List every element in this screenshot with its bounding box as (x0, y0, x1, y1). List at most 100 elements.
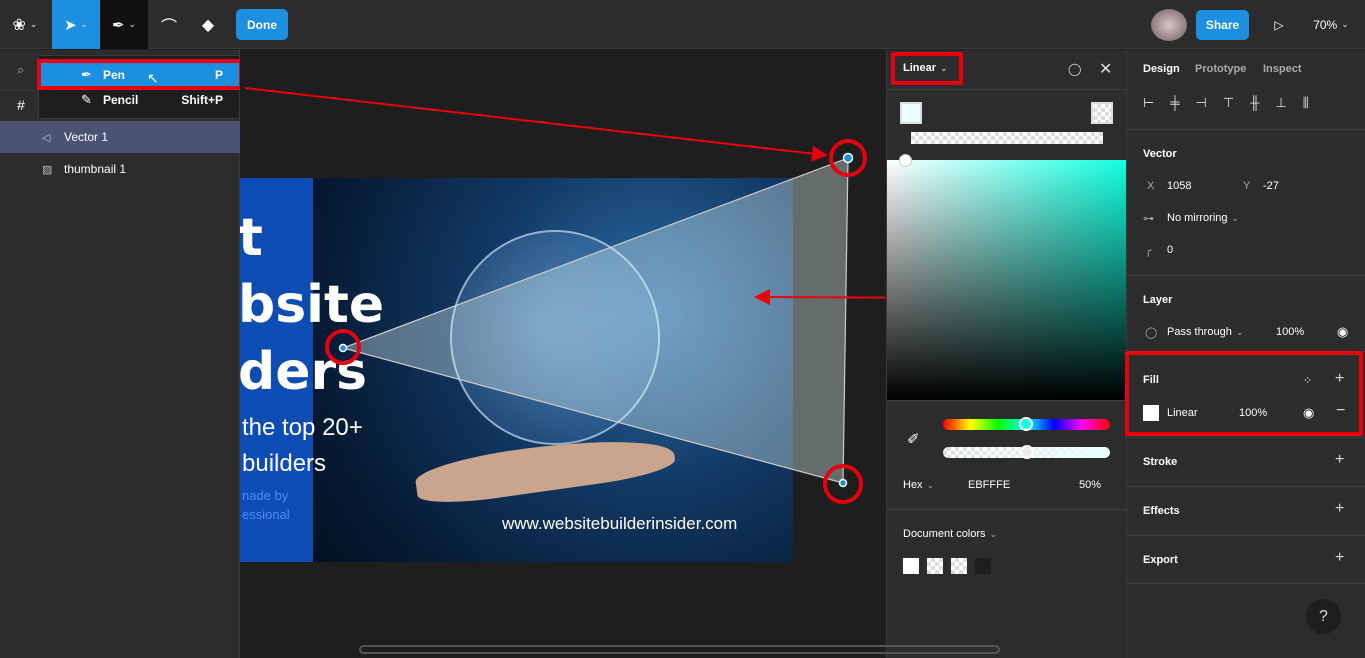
image-title-line: t (240, 208, 263, 268)
menu-item-pencil[interactable]: ✎ Pencil Shift+P (39, 86, 241, 114)
zoom-dropdown[interactable]: 70% ⌄ (1306, 0, 1356, 49)
color-format-dropdown[interactable]: Hex ⌄ (903, 479, 934, 491)
document-colors-dropdown[interactable]: Document colors ⌄ (903, 528, 997, 540)
vector-icon: ◁ (42, 131, 51, 144)
fill-section: Fill ⁘ + Linear 100% ◉ − (1127, 351, 1365, 437)
tab-design[interactable]: Design (1143, 63, 1180, 75)
chevron-down-icon: ⌄ (1341, 19, 1349, 29)
play-icon: ▷ (1274, 17, 1284, 32)
close-icon[interactable]: ✕ (1099, 59, 1112, 79)
menu-label: Pencil (103, 93, 139, 107)
fill-opacity-input[interactable]: 100% (1239, 407, 1267, 419)
y-input[interactable]: -27 (1263, 180, 1279, 192)
mouse-cursor-icon: ↖ (147, 70, 159, 86)
section-title: Layer (1143, 294, 1173, 306)
blend-icon: ◯ (1145, 327, 1158, 339)
gradient-stop-start[interactable] (900, 102, 922, 124)
add-stroke-icon[interactable]: + (1335, 451, 1344, 469)
menu-item-pen[interactable]: ✒ Pen P (39, 61, 241, 89)
done-button[interactable]: Done (236, 9, 288, 40)
align-top-icon[interactable]: ⊤ (1223, 95, 1234, 111)
corner-radius-input[interactable]: 0 (1167, 244, 1173, 256)
mirroring-icon: ⊶ (1143, 213, 1154, 225)
color-swatch[interactable] (903, 558, 919, 574)
x-input[interactable]: 1058 (1167, 180, 1191, 192)
tab-inspect[interactable]: Inspect (1263, 63, 1302, 75)
alpha-handle[interactable] (1020, 445, 1034, 459)
search-icon[interactable]: ⌕ (17, 62, 24, 78)
fill-swatch[interactable] (1143, 405, 1159, 421)
pen-icon: ✒ (111, 16, 125, 34)
saturation-field[interactable] (887, 160, 1127, 400)
design-panel: Design Prototype Inspect ⊢ ╪ ⊣ ⊤ ╫ ⊥ ⫼ Vector … (1126, 50, 1365, 658)
corner-radius-icon: ╭ (1145, 245, 1152, 257)
layer-vector-1[interactable]: ◁ Vector 1 (0, 121, 240, 153)
menu-label: Pen (103, 68, 126, 82)
alpha-slider[interactable] (943, 445, 1110, 459)
gradient-bar[interactable] (911, 132, 1103, 144)
image-title-line: ders (240, 342, 368, 402)
gradient-type: Linear (903, 62, 937, 74)
hue-handle[interactable] (1019, 417, 1033, 431)
color-swatch[interactable] (975, 558, 991, 574)
help-button[interactable]: ? (1306, 599, 1341, 634)
chevron-down-icon: ⌄ (940, 63, 948, 73)
fill-type[interactable]: Linear (1167, 407, 1198, 419)
pen-icon: ✒ (81, 67, 92, 82)
avatar[interactable] (1151, 9, 1187, 41)
layer-name: Vector 1 (64, 130, 109, 144)
align-right-icon[interactable]: ⊣ (1196, 95, 1207, 111)
gradient-type-dropdown[interactable]: Linear ⌄ (903, 62, 948, 74)
main-menu-button[interactable]: ❀ ⌄ (0, 0, 50, 49)
tab-prototype[interactable]: Prototype (1195, 63, 1246, 75)
section-title: Export (1143, 554, 1178, 566)
paint-bucket-button[interactable]: ◆ (190, 0, 226, 49)
add-export-icon[interactable]: + (1335, 549, 1344, 567)
remove-fill-icon[interactable]: − (1336, 402, 1345, 420)
present-button[interactable]: ▷ (1264, 0, 1294, 49)
chevron-down-icon: ⌄ (1235, 327, 1244, 337)
color-handle[interactable] (899, 154, 912, 167)
chevron-down-icon: ⌄ (80, 19, 89, 29)
globe-graphic (450, 230, 660, 445)
add-fill-icon[interactable]: + (1335, 370, 1344, 388)
hex-input[interactable]: EBFFFE (968, 479, 1010, 491)
zoom-level: 70% (1313, 17, 1338, 32)
add-effect-icon[interactable]: + (1335, 500, 1344, 518)
stroke-section: Stroke + (1127, 437, 1365, 486)
frame-icon: # (17, 97, 25, 113)
distribute-icon[interactable]: ⫼ (1303, 95, 1309, 111)
pen-tool-button[interactable]: ✒ ⌄ (100, 0, 148, 49)
align-bottom-icon[interactable]: ⊥ (1275, 95, 1286, 111)
color-swatch[interactable] (927, 558, 943, 574)
align-middle-icon[interactable]: ╫ (1250, 95, 1259, 111)
mirroring-value: No mirroring (1167, 212, 1228, 224)
eyedropper-icon[interactable]: ✐ (907, 430, 920, 448)
hue-slider[interactable] (943, 417, 1110, 431)
move-tool-button[interactable]: ➤ ⌄ (52, 0, 100, 49)
thumbnail-image[interactable]: t bsite ders the top 20+ builders nade b… (240, 178, 793, 562)
eye-icon[interactable]: ◉ (1337, 324, 1348, 340)
layer-section: Layer ◯ Pass through ⌄ 100% ◉ (1127, 275, 1365, 351)
color-swatch[interactable] (951, 558, 967, 574)
horizontal-scrollbar[interactable] (359, 645, 1000, 654)
styles-icon[interactable]: ⁘ (1303, 374, 1312, 387)
opacity-input[interactable]: 50% (1079, 479, 1101, 491)
gradient-stop-end[interactable] (1091, 102, 1113, 124)
section-title: Fill (1143, 374, 1159, 386)
chevron-down-icon: ⌄ (128, 19, 137, 29)
blend-mode-dropdown[interactable]: Pass through ⌄ (1167, 326, 1243, 338)
bend-tool-button[interactable]: ⌒ (150, 0, 188, 49)
share-button[interactable]: Share (1196, 10, 1249, 40)
layer-opacity-input[interactable]: 100% (1276, 326, 1304, 338)
eye-icon[interactable]: ◉ (1303, 405, 1314, 421)
chevron-down-icon: ⌄ (926, 480, 935, 490)
color-format: Hex (903, 479, 923, 491)
layer-thumbnail-1[interactable]: ▨ thumbnail 1 (0, 153, 240, 185)
mirroring-dropdown[interactable]: No mirroring ⌄ (1167, 212, 1239, 224)
align-center-h-icon[interactable]: ╪ (1170, 95, 1179, 111)
vector-section: Vector X 1058 Y -27 ⊶ No mirroring ⌄ ╭ 0 (1127, 129, 1365, 275)
export-section: Export + (1127, 535, 1365, 584)
align-left-icon[interactable]: ⊢ (1143, 95, 1154, 111)
blend-icon[interactable]: ◯ (1068, 62, 1081, 76)
